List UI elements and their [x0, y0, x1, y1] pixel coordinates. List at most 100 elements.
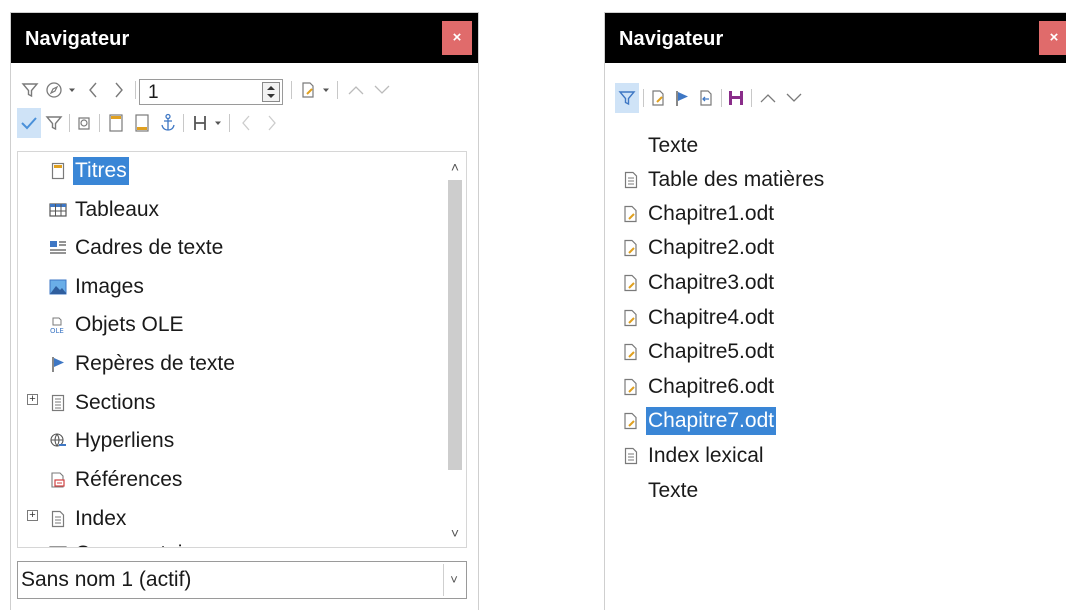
tree-item-chapitre7[interactable]: Chapitre7.odt	[621, 406, 777, 436]
expand-index-button[interactable]: +	[27, 510, 38, 521]
filter-icon[interactable]	[615, 83, 639, 113]
tree-item-texte[interactable]: Texte	[621, 131, 700, 161]
scroll-down-icon[interactable]: ˅	[446, 524, 464, 542]
tree-item-label: Texte	[648, 479, 699, 502]
hyperlink-icon	[48, 431, 68, 451]
spin-buttons[interactable]	[262, 82, 280, 102]
scrollbar-thumb[interactable]	[448, 180, 462, 470]
tree-item-commentaires[interactable]: Commentaires	[48, 539, 214, 547]
filter-icon[interactable]	[43, 108, 65, 138]
tree-item-titres[interactable]: Titres	[48, 156, 129, 186]
header-icon[interactable]	[105, 108, 127, 138]
tree-item-label: Index	[75, 507, 127, 530]
tree-item-hyperliens[interactable]: Hyperliens	[48, 426, 176, 456]
document-select[interactable]: Sans nom 1 (actif) ˅	[17, 561, 467, 599]
tree-item-label: Table des matières	[648, 168, 825, 191]
next-icon[interactable]	[109, 75, 129, 105]
tree-item-label: Index lexical	[648, 444, 764, 467]
page-number-spinbox[interactable]: 1	[139, 79, 283, 105]
tree-item-references[interactable]: Références	[48, 465, 184, 495]
linked-file-icon	[621, 308, 641, 328]
previous-icon[interactable]	[83, 75, 103, 105]
heading-levels-icon[interactable]	[189, 108, 211, 138]
tree-item-label: Tableaux	[75, 198, 160, 221]
vertical-scrollbar[interactable]: ˄ ˅	[446, 158, 464, 545]
svg-text:OLE: OLE	[50, 327, 64, 334]
linked-file-icon	[621, 377, 641, 397]
navigation-icon[interactable]	[43, 75, 65, 105]
dropdown-arrow-icon[interactable]	[213, 108, 223, 138]
tree-item-table-des-matieres[interactable]: Table des matières	[621, 165, 826, 195]
content-navigation-icon[interactable]	[17, 108, 41, 138]
panel-title: Navigateur	[25, 28, 130, 50]
toolbar	[609, 83, 1062, 113]
close-button[interactable]: ×	[1039, 21, 1066, 55]
tree-item-tableaux[interactable]: Tableaux	[48, 195, 161, 225]
tree-item-reperes[interactable]: Repères de texte	[48, 349, 237, 379]
demote-icon[interactable]	[783, 83, 805, 113]
tree-item-label: Sections	[75, 391, 156, 414]
dropdown-arrow-icon[interactable]	[67, 75, 77, 105]
ole-object-icon: OLE	[48, 315, 68, 335]
tree-item-label: Chapitre3.odt	[648, 271, 775, 294]
insert-icon[interactable]	[695, 83, 717, 113]
tree-item-chapitre6[interactable]: Chapitre6.odt	[621, 372, 776, 402]
tree-item-chapitre5[interactable]: Chapitre5.odt	[621, 337, 776, 367]
tree-item-texte-2[interactable]: Texte	[621, 476, 700, 506]
drag-mode-icon[interactable]	[297, 75, 319, 105]
tree-item-chapitre1[interactable]: Chapitre1.odt	[621, 199, 776, 229]
filter-icon[interactable]	[19, 75, 41, 105]
tree-item-images[interactable]: Images	[48, 272, 146, 302]
expand-sections-button[interactable]: +	[27, 394, 38, 405]
tree-item-chapitre2[interactable]: Chapitre2.odt	[621, 233, 776, 263]
tree-item-index[interactable]: Index	[48, 504, 128, 534]
tree-item-chapitre4[interactable]: Chapitre4.odt	[621, 303, 776, 333]
chapter-up-icon[interactable]	[235, 108, 257, 138]
headings-icon	[48, 161, 68, 181]
tree-item-label: Chapitre5.odt	[648, 340, 775, 363]
content-tree[interactable]: Titres Tableaux Cadres de texte Images O…	[17, 151, 467, 548]
close-button[interactable]: ×	[442, 21, 472, 55]
page-number-value: 1	[148, 82, 159, 103]
tree-item-label: Cadres de texte	[75, 236, 224, 259]
promote-icon[interactable]	[757, 83, 779, 113]
footer-icon[interactable]	[131, 108, 153, 138]
navigator-panel-right: Navigateur × Texte Table des matières Ch…	[604, 12, 1066, 610]
navigator-panel-left: Navigateur × 1 Titres Tableaux Cadres de…	[10, 12, 479, 610]
tree-item-label: Commentaires	[73, 540, 214, 547]
linked-file-icon	[621, 342, 641, 362]
title-bar: Navigateur ×	[11, 13, 478, 63]
dropdown-arrow-icon[interactable]	[321, 75, 331, 105]
image-icon	[48, 277, 68, 297]
tree-item-index-lexical[interactable]: Index lexical	[621, 441, 766, 471]
reminder-icon[interactable]	[73, 108, 95, 138]
tree-item-sections[interactable]: Sections	[48, 388, 158, 418]
reference-icon	[48, 470, 68, 490]
tree-item-label: Repères de texte	[75, 352, 235, 375]
chapter-down-icon[interactable]	[261, 108, 283, 138]
index-icon	[48, 509, 68, 529]
bookmark-icon[interactable]	[671, 83, 693, 113]
tree-item-label: Chapitre7.odt	[646, 407, 777, 435]
chevron-down-icon[interactable]: ˅	[443, 564, 464, 596]
tree-item-label: Chapitre1.odt	[648, 202, 775, 225]
document-icon	[621, 446, 641, 466]
promote-icon[interactable]	[345, 75, 367, 105]
master-document-tree[interactable]: Texte Table des matières Chapitre1.odt C…	[621, 129, 1061, 609]
demote-icon[interactable]	[371, 75, 393, 105]
anchor-icon[interactable]	[157, 108, 179, 138]
tree-item-objets-ole[interactable]: OLE Objets OLE	[48, 310, 186, 340]
toolbar-row-2	[15, 108, 474, 138]
document-icon	[621, 170, 641, 190]
linked-file-icon	[621, 411, 641, 431]
tree-item-cadres-de-texte[interactable]: Cadres de texte	[48, 233, 225, 263]
tree-item-label: Images	[75, 275, 144, 298]
save-icon[interactable]	[725, 83, 747, 113]
scroll-up-icon[interactable]: ˄	[446, 158, 464, 176]
drag-mode-icon[interactable]	[647, 83, 669, 113]
tree-item-label: Chapitre6.odt	[648, 375, 775, 398]
tree-item-label: Hyperliens	[75, 429, 175, 452]
table-icon	[48, 200, 68, 220]
tree-item-label: Titres	[73, 157, 129, 185]
tree-item-chapitre3[interactable]: Chapitre3.odt	[621, 268, 776, 298]
